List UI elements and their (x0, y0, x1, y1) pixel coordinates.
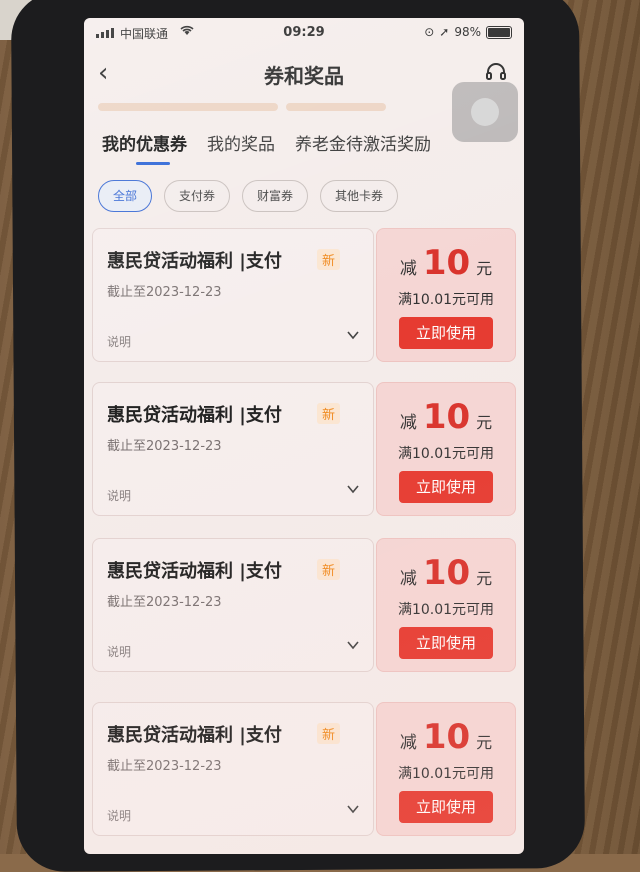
tab-my-coupons[interactable]: 我的优惠券 (102, 130, 187, 165)
coupon-expiry: 截止至2023-12-23 (107, 595, 222, 610)
lock-rotation-icon: ⊙ (424, 25, 435, 39)
amount-unit: 元 (476, 569, 493, 588)
coupon-expiry: 截止至2023-12-23 (107, 759, 222, 774)
coupon-amount: 减 10 元 (377, 717, 515, 757)
amount-prefix: 减 (399, 733, 417, 753)
amount-prefix: 减 (399, 413, 417, 433)
filter-other-cards[interactable]: 其他卡券 (320, 180, 399, 212)
tab-pension-rewards[interactable]: 养老金待激活奖励 (295, 130, 431, 155)
coupon-info: 惠民贷活动福利 |支付 新 截止至2023-12-23 说明 (92, 538, 374, 672)
explain-link[interactable]: 说明 (107, 643, 131, 660)
battery-icon (486, 25, 512, 39)
chevron-down-icon[interactable] (347, 639, 359, 651)
coupon-condition: 满10.01元可用 (397, 446, 495, 462)
coupon-value-panel: 减 10 元 满10.01元可用 立即使用 (376, 538, 516, 672)
coupon-card: 惠民贷活动福利 |支付 新 截止至2023-12-23 说明 减 10 元 满10.… (92, 382, 516, 516)
chevron-down-icon[interactable] (347, 329, 359, 341)
coupon-card: 惠民贷活动福利 |支付 新 截止至2023-12-23 说明 减 10 元 满10.… (92, 702, 516, 836)
coupon-amount: 减 10 元 (377, 397, 515, 437)
chevron-down-icon[interactable] (347, 483, 359, 495)
new-badge: 新 (317, 249, 341, 270)
tab-my-prizes[interactable]: 我的奖品 (207, 130, 275, 155)
coupon-title: 惠民贷活动福利 |支付 (107, 251, 282, 272)
coupon-card: 惠民贷活动福利 |支付 新 截止至2023-12-23 说明 减 10 元 满10.… (92, 538, 516, 672)
coupon-condition: 满10.01元可用 (397, 602, 495, 618)
new-badge: 新 (317, 559, 341, 580)
coupon-title: 惠民贷活动福利 |支付 (107, 405, 282, 426)
coupon-info: 惠民贷活动福利 |支付 新 截止至2023-12-23 说明 (92, 702, 374, 836)
use-now-button[interactable]: 立即使用 (399, 791, 493, 823)
amount-value: 10 (422, 717, 471, 757)
coupon-expiry: 截止至2023-12-23 (107, 439, 222, 454)
filter-payment[interactable]: 支付券 (164, 180, 231, 212)
new-badge: 新 (317, 723, 341, 744)
use-now-button[interactable]: 立即使用 (399, 471, 493, 503)
new-badge: 新 (317, 403, 341, 424)
tab-bar: 我的优惠券 我的奖品 养老金待激活奖励 (102, 130, 431, 165)
chevron-down-icon[interactable] (347, 803, 359, 815)
filter-chips: 全部 支付券 财富券 其他卡券 (98, 180, 399, 212)
coupon-condition: 满10.01元可用 (397, 766, 495, 782)
use-now-button[interactable]: 立即使用 (399, 627, 493, 659)
filter-wealth[interactable]: 财富券 (242, 180, 309, 212)
customer-service-icon[interactable] (484, 60, 508, 84)
coupon-title: 惠民贷活动福利 |支付 (107, 561, 282, 582)
coupon-amount: 减 10 元 (377, 553, 515, 593)
amount-prefix: 减 (399, 259, 417, 279)
location-icon: ➚ (439, 25, 450, 39)
amount-value: 10 (422, 553, 471, 593)
coupon-amount: 减 10 元 (377, 243, 515, 283)
battery-percent: 98% (454, 25, 481, 39)
explain-link[interactable]: 说明 (107, 487, 131, 504)
coupon-condition: 满10.01元可用 (397, 292, 495, 308)
coupon-info: 惠民贷活动福利 |支付 新 截止至2023-12-23 说明 (92, 382, 374, 516)
coupon-value-panel: 减 10 元 满10.01元可用 立即使用 (376, 382, 516, 516)
amount-unit: 元 (476, 733, 493, 752)
explain-link[interactable]: 说明 (107, 333, 131, 350)
coupon-value-panel: 减 10 元 满10.01元可用 立即使用 (376, 702, 516, 836)
amount-value: 10 (422, 243, 471, 283)
status-right: ⊙ ➚ 98% (424, 25, 512, 39)
coupon-info: 惠民贷活动福利 |支付 新 截止至2023-12-23 说明 (92, 228, 374, 362)
explain-link[interactable]: 说明 (107, 807, 131, 824)
amount-unit: 元 (476, 413, 493, 432)
filter-all[interactable]: 全部 (98, 180, 153, 212)
assistive-touch-button[interactable] (452, 82, 518, 142)
coupon-expiry: 截止至2023-12-23 (107, 285, 222, 300)
coupon-title: 惠民贷活动福利 |支付 (107, 725, 282, 746)
amount-value: 10 (422, 397, 471, 437)
amount-prefix: 减 (399, 569, 417, 589)
use-now-button[interactable]: 立即使用 (399, 317, 493, 349)
coupon-card: 惠民贷活动福利 |支付 新 截止至2023-12-23 说明 减 10 元 满10.… (92, 228, 516, 362)
amount-unit: 元 (476, 259, 493, 278)
status-bar: 中国联通 09:29 ⊙ ➚ 98% (84, 18, 524, 48)
banner-strip (98, 96, 398, 111)
coupon-value-panel: 减 10 元 满10.01元可用 立即使用 (376, 228, 516, 362)
phone-screen: 中国联通 09:29 ⊙ ➚ 98% ‹ 券和奖品 我的优惠券 我的奖品 养老金… (84, 18, 524, 854)
